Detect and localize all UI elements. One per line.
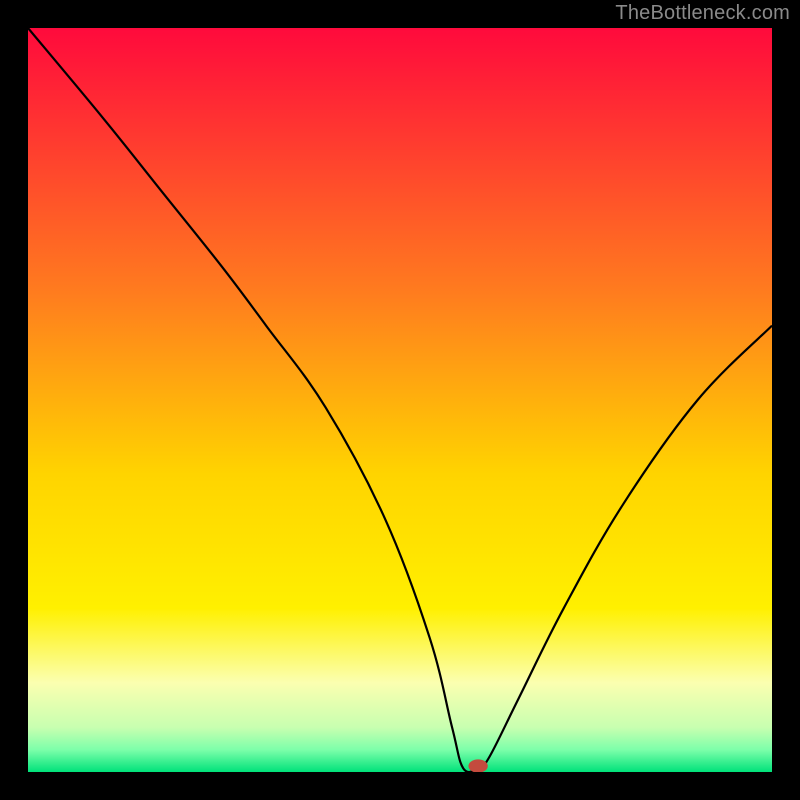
plot-svg bbox=[28, 28, 772, 772]
chart-frame: TheBottleneck.com bbox=[0, 0, 800, 800]
gradient-background bbox=[28, 28, 772, 772]
watermark-label: TheBottleneck.com bbox=[615, 2, 790, 25]
plot-area bbox=[28, 28, 772, 772]
